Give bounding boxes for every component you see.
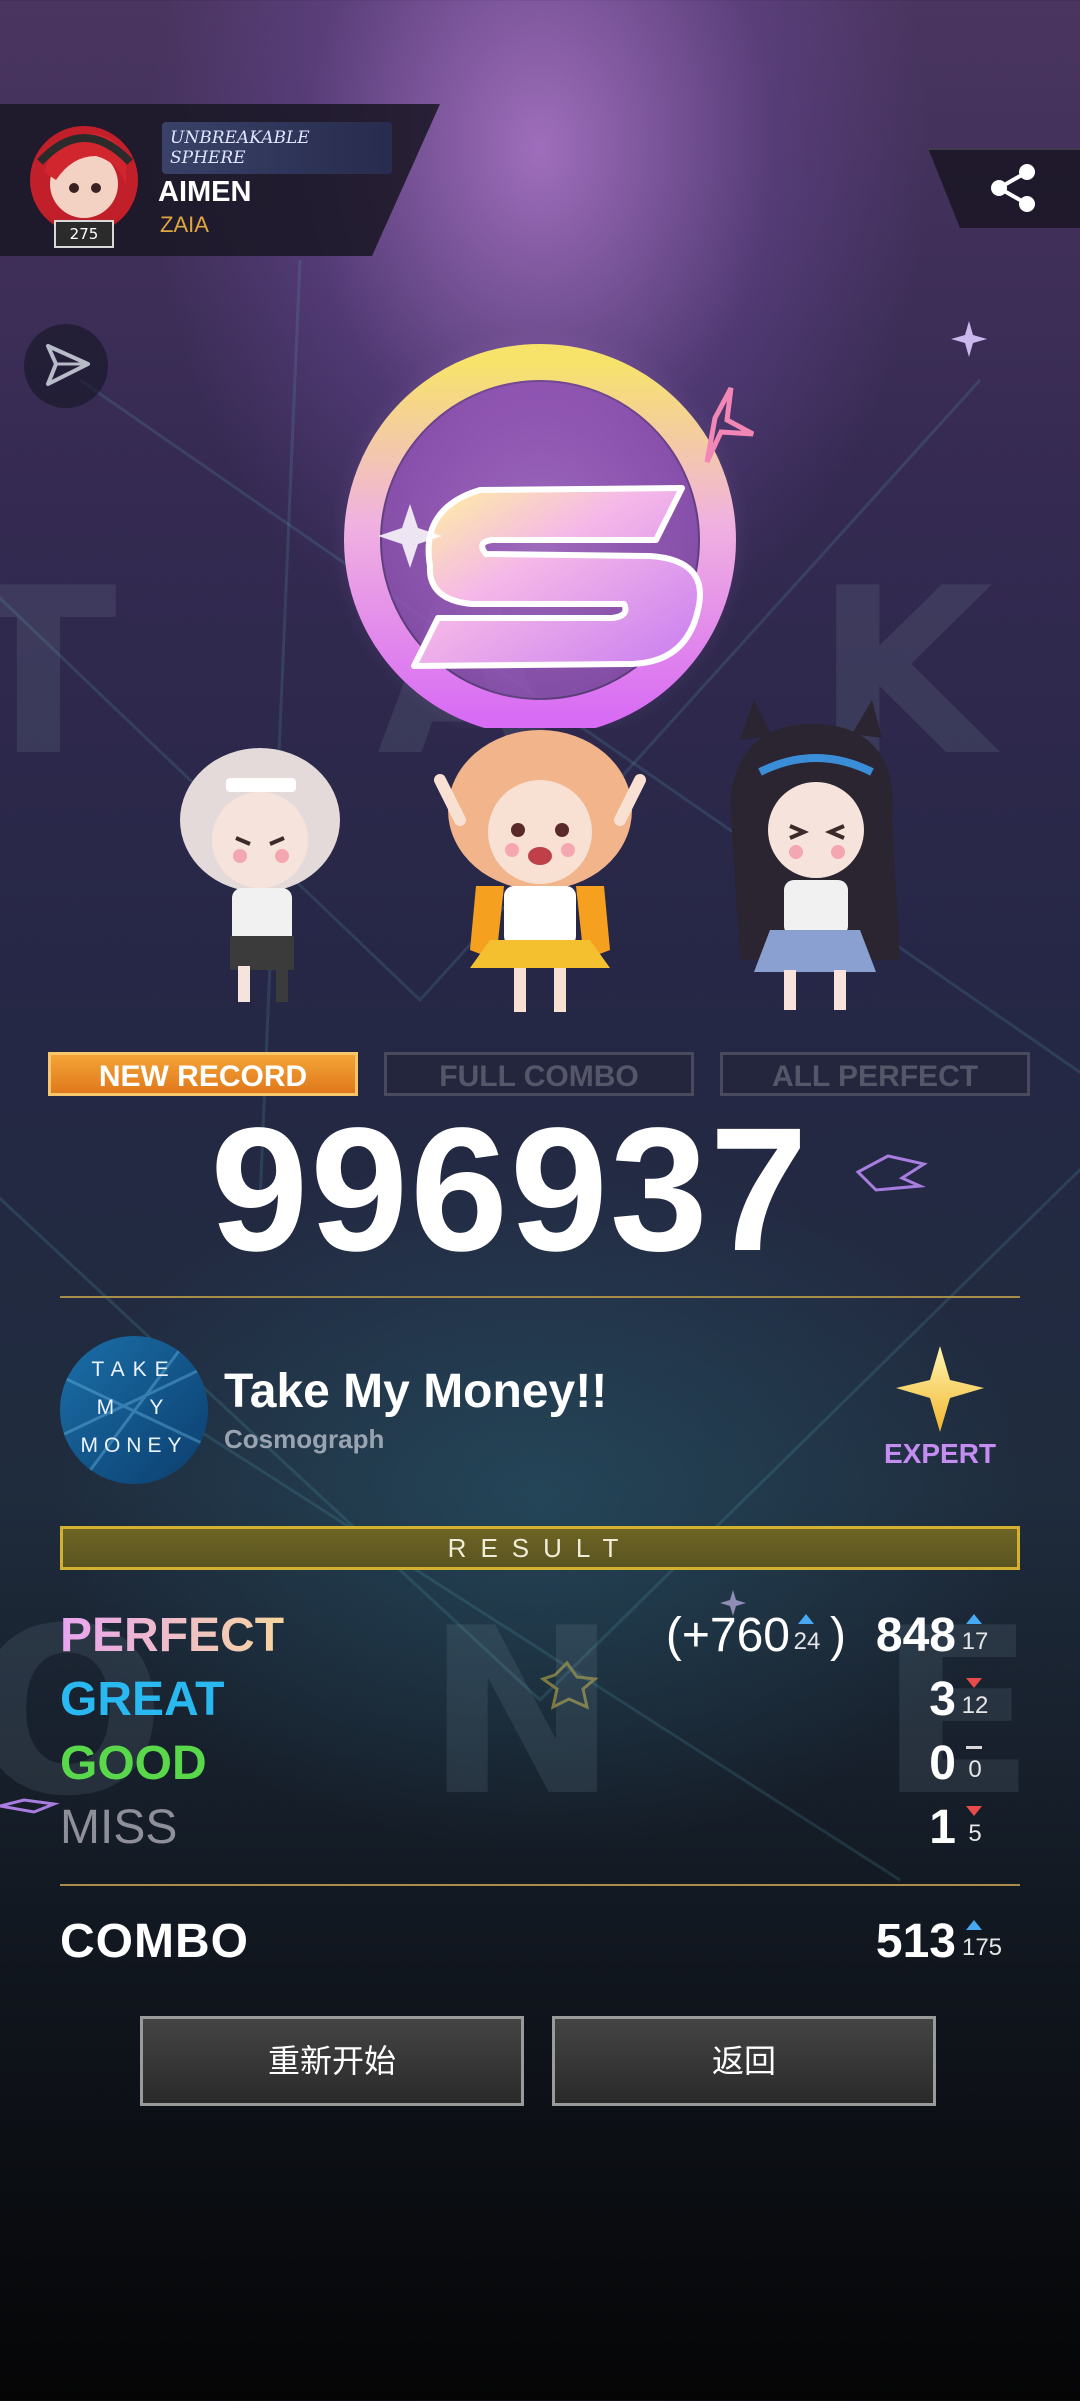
character-right bbox=[730, 700, 900, 1010]
result-header: RESULT bbox=[60, 1526, 1020, 1570]
song-jacket-text-2: M Y bbox=[96, 1396, 172, 1419]
rank-s-emblem bbox=[330, 328, 755, 728]
song-jacket-text-3: MONEY bbox=[80, 1434, 188, 1457]
restart-button[interactable]: 重新开始 bbox=[140, 2016, 524, 2106]
score: 996937 bbox=[210, 1092, 810, 1288]
great-label: GREAT bbox=[60, 1673, 225, 1726]
character-center bbox=[434, 730, 646, 1012]
character-left bbox=[180, 748, 340, 1002]
song-title: Take My Money!! bbox=[224, 1365, 608, 1418]
difficulty-star-icon bbox=[896, 1346, 984, 1432]
rank-letter bbox=[411, 485, 703, 669]
perfect-label: PERFECT bbox=[60, 1609, 285, 1662]
song-artist: Cosmograph bbox=[224, 1424, 385, 1454]
great-delta: 12 bbox=[960, 1678, 990, 1724]
divider bbox=[60, 1884, 1020, 1886]
perfect-bonus: (+760 bbox=[665, 1609, 790, 1662]
player-name: AIMEN bbox=[158, 176, 252, 208]
combo-label: COMBO bbox=[60, 1915, 249, 1968]
back-button[interactable]: 返回 bbox=[552, 2016, 936, 2106]
difficulty-label: EXPERT bbox=[883, 1438, 997, 1469]
perfect-bonus-close: ) bbox=[830, 1609, 846, 1662]
player-level-badge: 275 bbox=[54, 220, 114, 248]
player-team: ZAIA bbox=[160, 212, 209, 237]
share-icon[interactable] bbox=[985, 158, 1041, 218]
perfect-delta: 17 bbox=[960, 1614, 990, 1660]
great-count: 3 bbox=[929, 1673, 956, 1726]
good-delta: 0 bbox=[960, 1742, 990, 1788]
all-perfect-badge: ALL PERFECT bbox=[720, 1052, 1030, 1096]
miss-count: 1 bbox=[929, 1801, 956, 1854]
send-icon[interactable] bbox=[24, 324, 108, 408]
combo-delta: 175 bbox=[960, 1920, 1004, 1966]
perfect-count: 848 bbox=[875, 1609, 956, 1662]
combo-count: 513 bbox=[875, 1915, 956, 1968]
divider bbox=[60, 1296, 1020, 1298]
good-label: GOOD bbox=[60, 1737, 207, 1790]
full-combo-badge: FULL COMBO bbox=[384, 1052, 694, 1096]
miss-label: MISS bbox=[60, 1801, 178, 1854]
new-record-badge: NEW RECORD bbox=[48, 1052, 358, 1096]
send-button[interactable] bbox=[24, 324, 108, 408]
miss-delta: 5 bbox=[960, 1806, 990, 1852]
chibi-characters bbox=[180, 700, 900, 1012]
song-jacket-text-1: TAKE bbox=[91, 1358, 177, 1381]
player-title-tag-text: UNBREAKABLE SPHERE bbox=[170, 128, 310, 168]
good-count: 0 bbox=[929, 1737, 956, 1790]
perfect-bonus-delta: 24 bbox=[792, 1614, 822, 1660]
